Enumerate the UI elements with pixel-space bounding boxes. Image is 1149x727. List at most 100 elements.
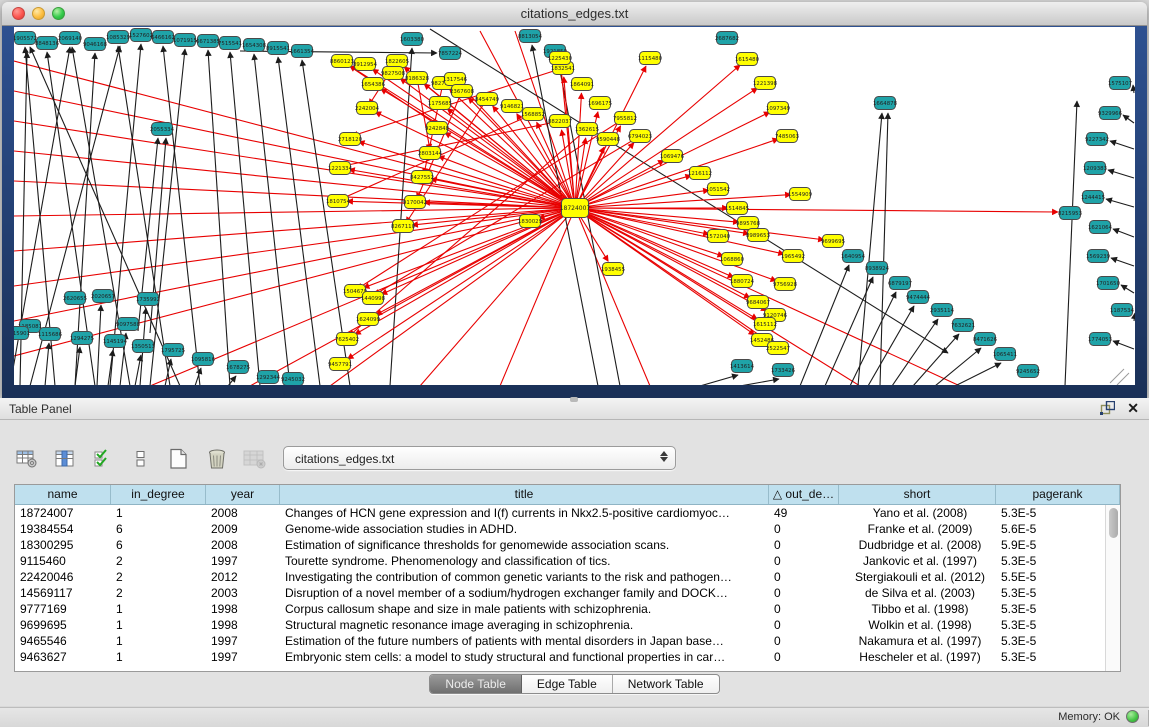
graph-edge[interactable] [558, 60, 620, 385]
graph-node-selected[interactable]: 18724007 [560, 199, 591, 218]
table-row[interactable]: 946362711997Embryonic stem cells: a mode… [15, 649, 1120, 665]
graph-node-selected[interactable]: 7955812 [613, 112, 637, 125]
graph-node-selected[interactable]: 7625402 [335, 333, 359, 346]
graph-node[interactable]: 2055334 [150, 123, 175, 136]
graph-node-selected[interactable]: 9684067 [746, 296, 770, 309]
graph-node[interactable]: 1701650 [1096, 277, 1121, 290]
graph-node[interactable]: 8471626 [973, 333, 998, 346]
graph-node[interactable]: 1065411 [993, 348, 1017, 361]
graph-node[interactable]: 8938924 [865, 262, 890, 275]
graph-node[interactable]: 1292344 [256, 371, 281, 384]
table-scrollbar[interactable] [1105, 505, 1120, 671]
graph-node[interactable]: 1095816 [191, 353, 216, 366]
graph-node-selected[interactable]: 1568852 [521, 108, 545, 121]
graph-node[interactable]: 9097588 [116, 318, 141, 331]
graph-node-selected[interactable]: 2803144 [418, 147, 443, 160]
graph-node-selected[interactable]: 8186328 [405, 72, 430, 85]
graph-edge[interactable] [230, 52, 260, 385]
graph-node-selected[interactable]: 1822605 [385, 55, 409, 68]
graph-node-selected[interactable]: 2242004 [355, 102, 380, 115]
graph-node[interactable]: 1735992 [136, 293, 160, 306]
graph-node-selected[interactable]: 1880724 [730, 275, 755, 288]
new-document-icon[interactable] [166, 447, 191, 471]
column-header-name[interactable]: name [15, 485, 111, 504]
graph-node-selected[interactable]: 2367608 [450, 85, 475, 98]
graph-node-selected[interactable]: 9457791 [328, 358, 352, 371]
graph-node-selected[interactable]: 8822037 [548, 115, 572, 128]
table-row[interactable]: 1830029562008Estimation of significance … [15, 537, 1120, 553]
graph-node-selected[interactable]: 2522547 [766, 342, 790, 355]
graph-edge[interactable] [150, 49, 185, 385]
graph-node-selected[interactable]: 9827508 [381, 67, 406, 80]
graph-node[interactable]: 1413614 [730, 360, 755, 373]
graph-node-selected[interactable]: 1115480 [638, 52, 663, 65]
graph-edge[interactable] [880, 113, 888, 385]
graph-node-selected[interactable]: 1554909 [788, 188, 813, 201]
graph-node[interactable]: 1527602 [129, 29, 153, 42]
graph-node-selected[interactable]: 9170042 [403, 196, 427, 209]
graph-edge-selected[interactable] [575, 190, 709, 208]
graph-edge-selected[interactable] [381, 89, 575, 208]
graph-edge[interactable] [163, 46, 200, 385]
graph-node[interactable]: 9329966 [1098, 107, 1123, 120]
graph-edge[interactable] [1121, 285, 1134, 293]
graph-node[interactable]: 1575107 [1108, 77, 1132, 90]
graph-node-selected[interactable]: 1624099 [356, 313, 381, 326]
graph-node-selected[interactable]: 1572040 [706, 230, 731, 243]
graph-node-selected[interactable]: 1051542 [706, 183, 730, 196]
graph-edge-selected[interactable] [355, 208, 575, 335]
tab-node-table[interactable]: Node Table [430, 675, 522, 693]
graph-node[interactable]: 1187534 [1110, 304, 1135, 317]
graph-node[interactable]: 1664878 [873, 97, 898, 110]
select-all-icon[interactable] [90, 447, 115, 471]
network-table-dropdown[interactable]: citations_edges.txt [283, 446, 676, 470]
graph-edge[interactable] [1065, 101, 1077, 385]
graph-edge-selected[interactable] [575, 175, 691, 208]
graph-node-selected[interactable]: 1216112 [688, 167, 712, 180]
graph-node-selected[interactable]: 1175685 [428, 97, 452, 110]
graph-edge[interactable] [1111, 258, 1134, 266]
graph-node[interactable]: 2935114 [930, 304, 955, 317]
graph-edge[interactable] [1133, 85, 1134, 93]
graph-node[interactable]: 1294275 [70, 332, 94, 345]
graph-node-selected[interactable]: 1696175 [588, 97, 612, 110]
graph-edge[interactable] [913, 334, 959, 385]
graph-node[interactable]: 2687682 [715, 32, 739, 45]
graph-node[interactable]: 1350513 [131, 340, 155, 353]
graph-node[interactable]: 1071915 [173, 34, 197, 47]
column-header-title[interactable]: title [280, 485, 769, 504]
graph-node[interactable]: 1795725 [161, 344, 185, 357]
table-column-icon[interactable] [52, 447, 77, 471]
graph-edge[interactable] [700, 375, 738, 385]
delete-icon[interactable] [204, 447, 229, 471]
graph-edge[interactable] [1108, 170, 1134, 178]
graph-edge[interactable] [1106, 199, 1134, 207]
graph-node-selected[interactable]: 1221398 [753, 77, 778, 90]
table-scrollbar-thumb[interactable] [1109, 508, 1118, 538]
graph-node[interactable]: 6671385 [196, 35, 220, 48]
graph-edge[interactable] [430, 29, 948, 353]
graph-node-selected[interactable]: 8454749 [475, 93, 500, 106]
canvas-resize-grip[interactable] [1110, 369, 1124, 383]
table-row[interactable]: 2242004622012Investigating the contribut… [15, 569, 1120, 585]
table-row[interactable]: 969969511998Structural magnetic resonanc… [15, 617, 1120, 633]
graph-node[interactable]: 8848136 [35, 37, 60, 50]
graph-node[interactable]: 2620655 [63, 292, 87, 305]
panel-splitter-handle[interactable] [570, 397, 578, 402]
graph-node[interactable]: 1621064 [1088, 221, 1113, 234]
graph-edge-selected[interactable] [575, 208, 1058, 212]
table-row[interactable]: 1456911722003Disruption of a novel membe… [15, 585, 1120, 601]
graph-node[interactable]: 6879197 [888, 277, 912, 290]
close-panel-icon[interactable]: ✕ [1127, 401, 1139, 415]
graph-node-selected[interactable]: 1069476 [660, 150, 685, 163]
graph-node[interactable]: 1115686 [38, 328, 63, 341]
graph-node[interactable]: 9227342 [1085, 133, 1109, 146]
graph-node[interactable]: 8215953 [1058, 207, 1082, 220]
graph-node-selected[interactable]: 7485063 [775, 130, 799, 143]
graph-node[interactable]: 7515541 [218, 37, 242, 50]
graph-node[interactable]: 7857224 [438, 47, 463, 60]
table-row[interactable]: 1938455462009Genome-wide association stu… [15, 521, 1120, 537]
graph-node[interactable]: 8915541 [266, 42, 290, 55]
graph-node-selected[interactable]: 1830029 [518, 215, 543, 228]
column-header-in_degree[interactable]: in_degree [111, 485, 206, 504]
